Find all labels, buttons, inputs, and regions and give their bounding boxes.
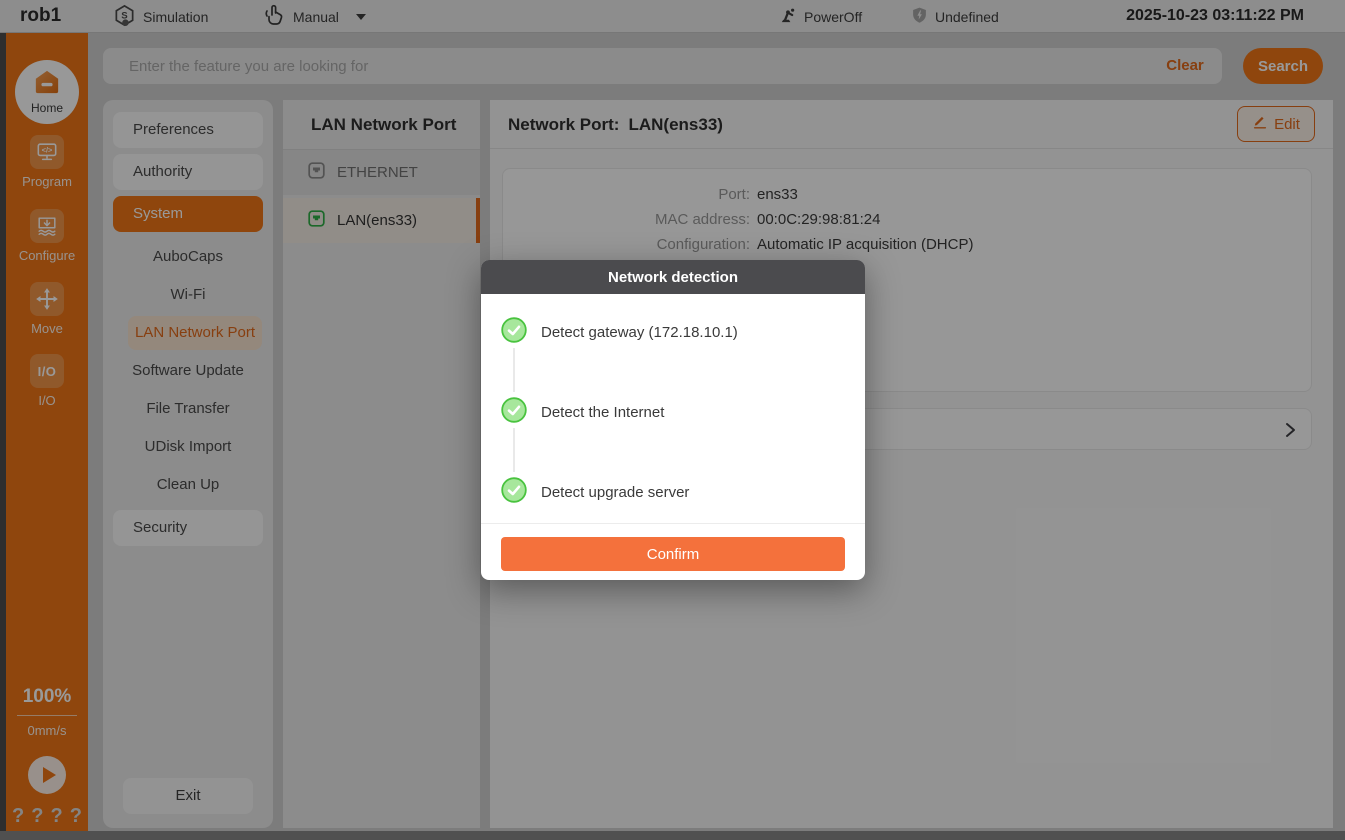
step-connector [513, 348, 515, 392]
success-check-icon [501, 477, 527, 508]
detect-step-label: Detect gateway (172.18.10.1) [541, 324, 738, 341]
detect-step-label: Detect upgrade server [541, 484, 689, 501]
dialog-footer: Confirm [481, 523, 865, 580]
dialog-title: Network detection [481, 260, 865, 294]
detect-step-internet: Detect the Internet [501, 397, 664, 428]
confirm-button[interactable]: Confirm [501, 537, 845, 571]
detect-step-upgrade-server: Detect upgrade server [501, 477, 689, 508]
detect-step-gateway: Detect gateway (172.18.10.1) [501, 317, 738, 348]
app-screen: rob1 S Simulation Manual PowerOff Undef [0, 0, 1345, 840]
detect-step-label: Detect the Internet [541, 404, 664, 421]
network-detection-dialog: Network detection Detect gateway (172.18… [481, 260, 865, 580]
dialog-body: Detect gateway (172.18.10.1) Detect the … [481, 294, 865, 523]
step-connector [513, 428, 515, 472]
success-check-icon [501, 317, 527, 348]
success-check-icon [501, 397, 527, 428]
